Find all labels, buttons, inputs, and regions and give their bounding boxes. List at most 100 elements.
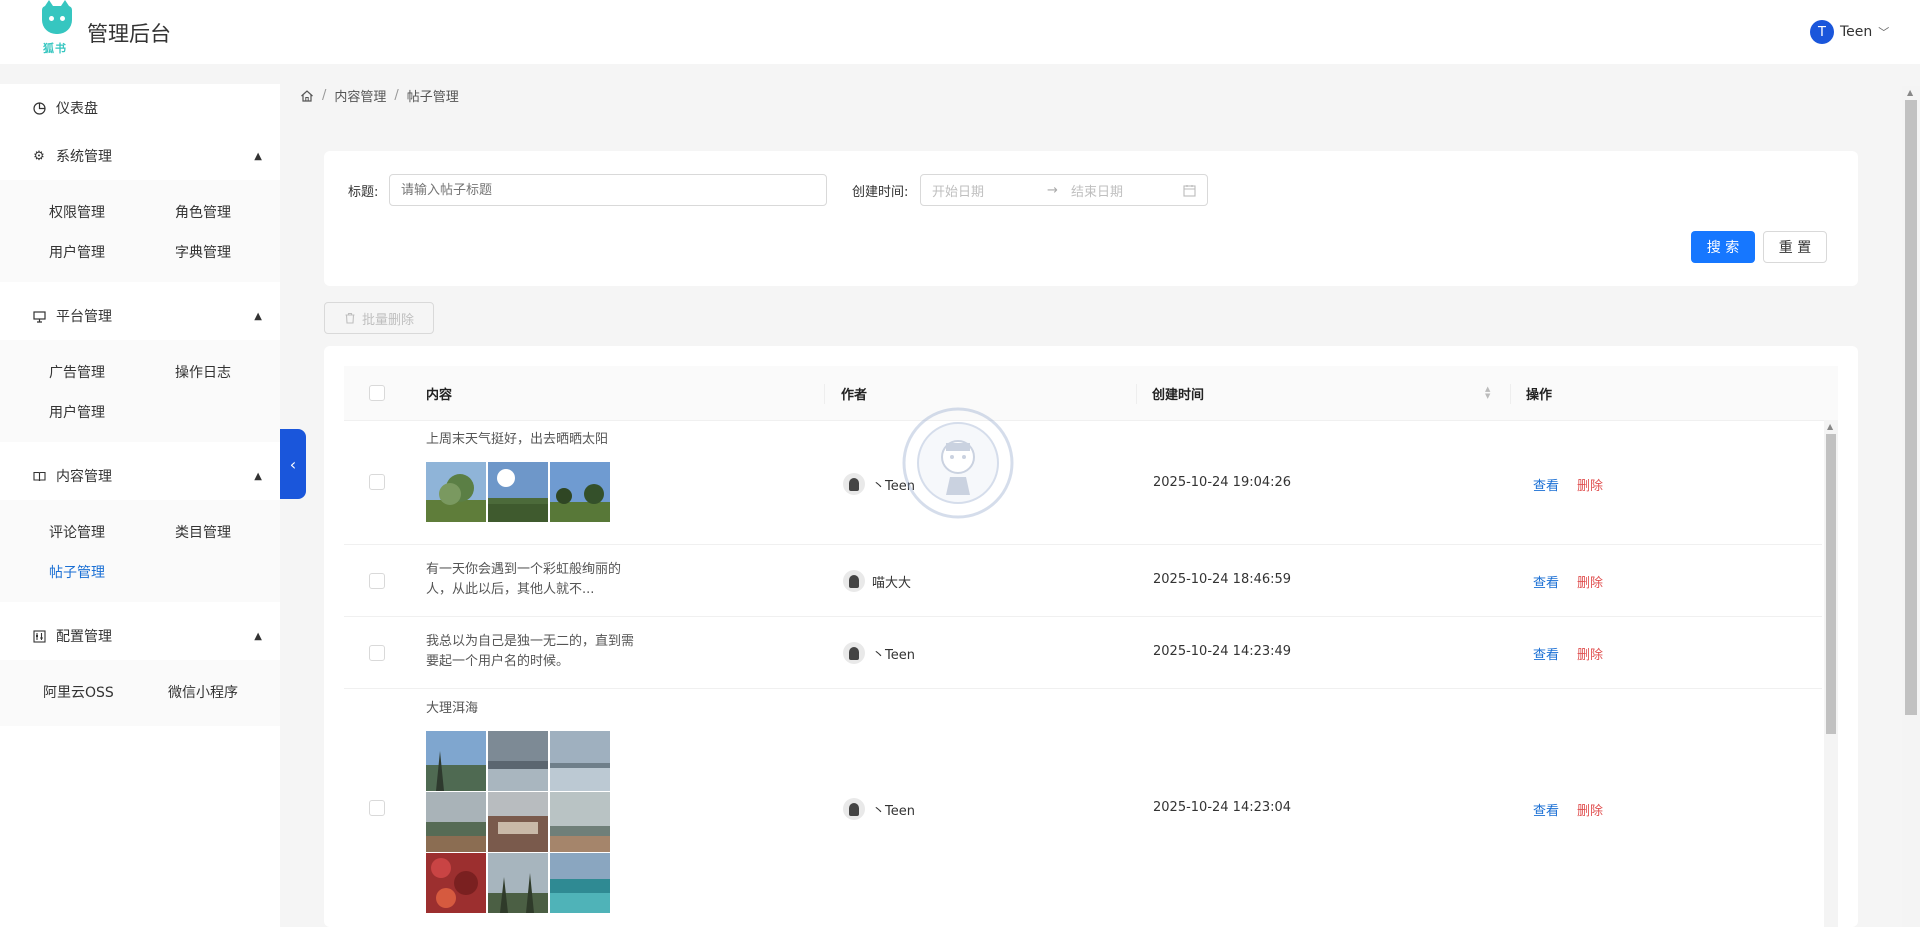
sidebar-item-roles[interactable]: 角色管理 bbox=[175, 202, 231, 222]
created-time: 2025-10-24 14:23:49 bbox=[1153, 644, 1292, 659]
sidebar-item-permissions[interactable]: 权限管理 bbox=[49, 202, 105, 222]
sidebar-item-platform-users[interactable]: 用户管理 bbox=[49, 402, 105, 422]
chevron-up-icon: ▲ bbox=[254, 630, 262, 642]
sidebar-group-label: 系统管理 bbox=[56, 149, 112, 165]
view-link[interactable]: 查看 bbox=[1533, 572, 1559, 591]
sidebar-item-oss[interactable]: 阿里云OSS bbox=[43, 682, 114, 702]
sidebar-group-content[interactable]: 内容管理 ▲ bbox=[0, 452, 280, 500]
delete-link[interactable]: 删除 bbox=[1577, 475, 1603, 494]
sidebar-group-platform[interactable]: 平台管理 ▲ bbox=[0, 292, 280, 340]
batch-delete-button[interactable]: 批量删除 bbox=[324, 302, 434, 334]
date-range-picker[interactable]: 开始日期 → 结束日期 bbox=[920, 174, 1208, 206]
post-image[interactable] bbox=[426, 731, 486, 791]
table-row: 有一天你会遇到一个彩虹般绚丽的人，从此以后，其他人就不... 喵大大 2025-… bbox=[344, 545, 1822, 617]
post-content: 有一天你会遇到一个彩虹般绚丽的人，从此以后，其他人就不... bbox=[426, 562, 622, 597]
reset-button[interactable]: 重 置 bbox=[1763, 231, 1827, 263]
row-checkbox[interactable] bbox=[369, 573, 385, 589]
post-image[interactable] bbox=[488, 731, 548, 791]
cat-logo-icon bbox=[42, 0, 72, 34]
view-link[interactable]: 查看 bbox=[1533, 475, 1559, 494]
author-avatar bbox=[843, 473, 865, 495]
post-image[interactable] bbox=[426, 792, 486, 852]
app-logo[interactable]: 狐书 bbox=[40, 0, 74, 55]
post-image[interactable] bbox=[488, 462, 548, 522]
app-title: 管理后台 bbox=[87, 22, 171, 46]
author-name: 丶Teen bbox=[872, 648, 915, 663]
row-checkbox[interactable] bbox=[369, 800, 385, 816]
view-link[interactable]: 查看 bbox=[1533, 800, 1559, 819]
submenu-content: 评论管理 类目管理 帖子管理 bbox=[0, 500, 280, 602]
chevron-left-icon: ‹ bbox=[289, 454, 297, 474]
user-menu[interactable]: T Teen ﹀ bbox=[1810, 20, 1889, 44]
sidebar-group-system[interactable]: ⚙ 系统管理 ▲ bbox=[0, 132, 280, 180]
sidebar-group-label: 配置管理 bbox=[56, 629, 112, 645]
sidebar-item-users[interactable]: 用户管理 bbox=[49, 242, 105, 262]
start-date-input[interactable]: 开始日期 bbox=[932, 181, 1047, 200]
row-checkbox[interactable] bbox=[369, 474, 385, 490]
post-image[interactable] bbox=[550, 731, 610, 791]
created-time: 2025-10-24 19:04:26 bbox=[1153, 475, 1292, 490]
sidebar-group-label: 内容管理 bbox=[56, 469, 112, 485]
select-all-checkbox[interactable] bbox=[369, 385, 385, 401]
end-date-input[interactable]: 结束日期 bbox=[1071, 181, 1183, 200]
submenu-system: 权限管理 角色管理 用户管理 字典管理 bbox=[0, 180, 280, 282]
breadcrumb-item-current: 帖子管理 bbox=[406, 90, 459, 105]
sidebar-group-config[interactable]: 配置管理 ▲ bbox=[0, 612, 280, 660]
sidebar-item-comments[interactable]: 评论管理 bbox=[49, 522, 105, 542]
post-content: 上周末天气挺好，出去晒晒太阳 bbox=[426, 432, 609, 447]
table-row: 大理洱海 丶Teen 2025-10-24 14:23:04 查看 删除 bbox=[344, 689, 1822, 927]
top-header: 狐书 管理后台 T Teen ﹀ bbox=[0, 0, 1920, 64]
submenu-platform: 广告管理 操作日志 用户管理 bbox=[0, 340, 280, 442]
post-image[interactable] bbox=[426, 462, 486, 522]
search-button[interactable]: 搜 索 bbox=[1691, 231, 1755, 263]
delete-link[interactable]: 删除 bbox=[1577, 572, 1603, 591]
column-header-created[interactable]: 创建时间 bbox=[1152, 366, 1204, 421]
avatar: T bbox=[1810, 20, 1834, 44]
sidebar-item-dashboard[interactable]: 仪表盘 bbox=[0, 84, 280, 132]
table-scrollbar[interactable]: ▲ bbox=[1824, 420, 1838, 927]
post-image[interactable] bbox=[550, 792, 610, 852]
title-input[interactable] bbox=[389, 174, 827, 206]
delete-link[interactable]: 删除 bbox=[1577, 644, 1603, 663]
sidebar-item-logs[interactable]: 操作日志 bbox=[175, 362, 231, 382]
chevron-up-icon: ▲ bbox=[254, 310, 262, 322]
post-content: 大理洱海 bbox=[426, 701, 479, 716]
sidebar-item-dictionary[interactable]: 字典管理 bbox=[175, 242, 231, 262]
sidebar-item-posts[interactable]: 帖子管理 bbox=[49, 562, 105, 582]
breadcrumb-item[interactable]: 内容管理 bbox=[334, 86, 386, 105]
page-scrollbar[interactable]: ▲ bbox=[1902, 86, 1920, 927]
posts-table: 内容 作者 创建时间 ▲ ▼ 操作 上周末天气挺好，出去晒晒太阳 丶Teen 20… bbox=[324, 346, 1858, 927]
author-avatar bbox=[843, 570, 865, 592]
settings-panel-icon bbox=[32, 629, 46, 643]
sort-icon[interactable]: ▲ ▼ bbox=[1485, 386, 1490, 400]
column-header-author: 作者 bbox=[841, 388, 868, 403]
author-name: 丶Teen bbox=[872, 804, 915, 819]
post-image[interactable] bbox=[488, 792, 548, 852]
calendar-icon bbox=[1183, 184, 1196, 197]
logo-text: 狐书 bbox=[43, 42, 67, 55]
submenu-config: 阿里云OSS 微信小程序 bbox=[0, 660, 280, 726]
trash-icon bbox=[345, 312, 355, 324]
sidebar-item-categories[interactable]: 类目管理 bbox=[175, 522, 231, 542]
monitor-icon bbox=[32, 309, 46, 323]
user-name: Teen bbox=[1840, 24, 1873, 40]
sidebar-collapse-button[interactable]: ‹ bbox=[280, 429, 306, 499]
book-icon bbox=[32, 469, 46, 483]
sidebar-item-ads[interactable]: 广告管理 bbox=[49, 362, 105, 382]
post-image[interactable] bbox=[550, 853, 610, 913]
gear-icon: ⚙ bbox=[33, 148, 45, 164]
table-row: 我总以为自己是独一无二的，直到需要起一个用户名的时候。 丶Teen 2025-1… bbox=[344, 617, 1822, 689]
row-checkbox[interactable] bbox=[369, 645, 385, 661]
view-link[interactable]: 查看 bbox=[1533, 644, 1559, 663]
delete-link[interactable]: 删除 bbox=[1577, 800, 1603, 819]
home-icon[interactable] bbox=[300, 89, 314, 103]
post-image[interactable] bbox=[550, 462, 610, 522]
post-image[interactable] bbox=[488, 853, 548, 913]
post-image[interactable] bbox=[426, 853, 486, 913]
chevron-up-icon: ▲ bbox=[254, 470, 262, 482]
column-header-actions: 操作 bbox=[1526, 388, 1553, 403]
breadcrumb: / 内容管理 / 帖子管理 bbox=[300, 86, 459, 105]
batch-delete-label: 批量删除 bbox=[361, 312, 414, 328]
sidebar-item-miniprogram[interactable]: 微信小程序 bbox=[168, 682, 238, 702]
post-content: 我总以为自己是独一无二的，直到需要起一个用户名的时候。 bbox=[426, 634, 635, 669]
